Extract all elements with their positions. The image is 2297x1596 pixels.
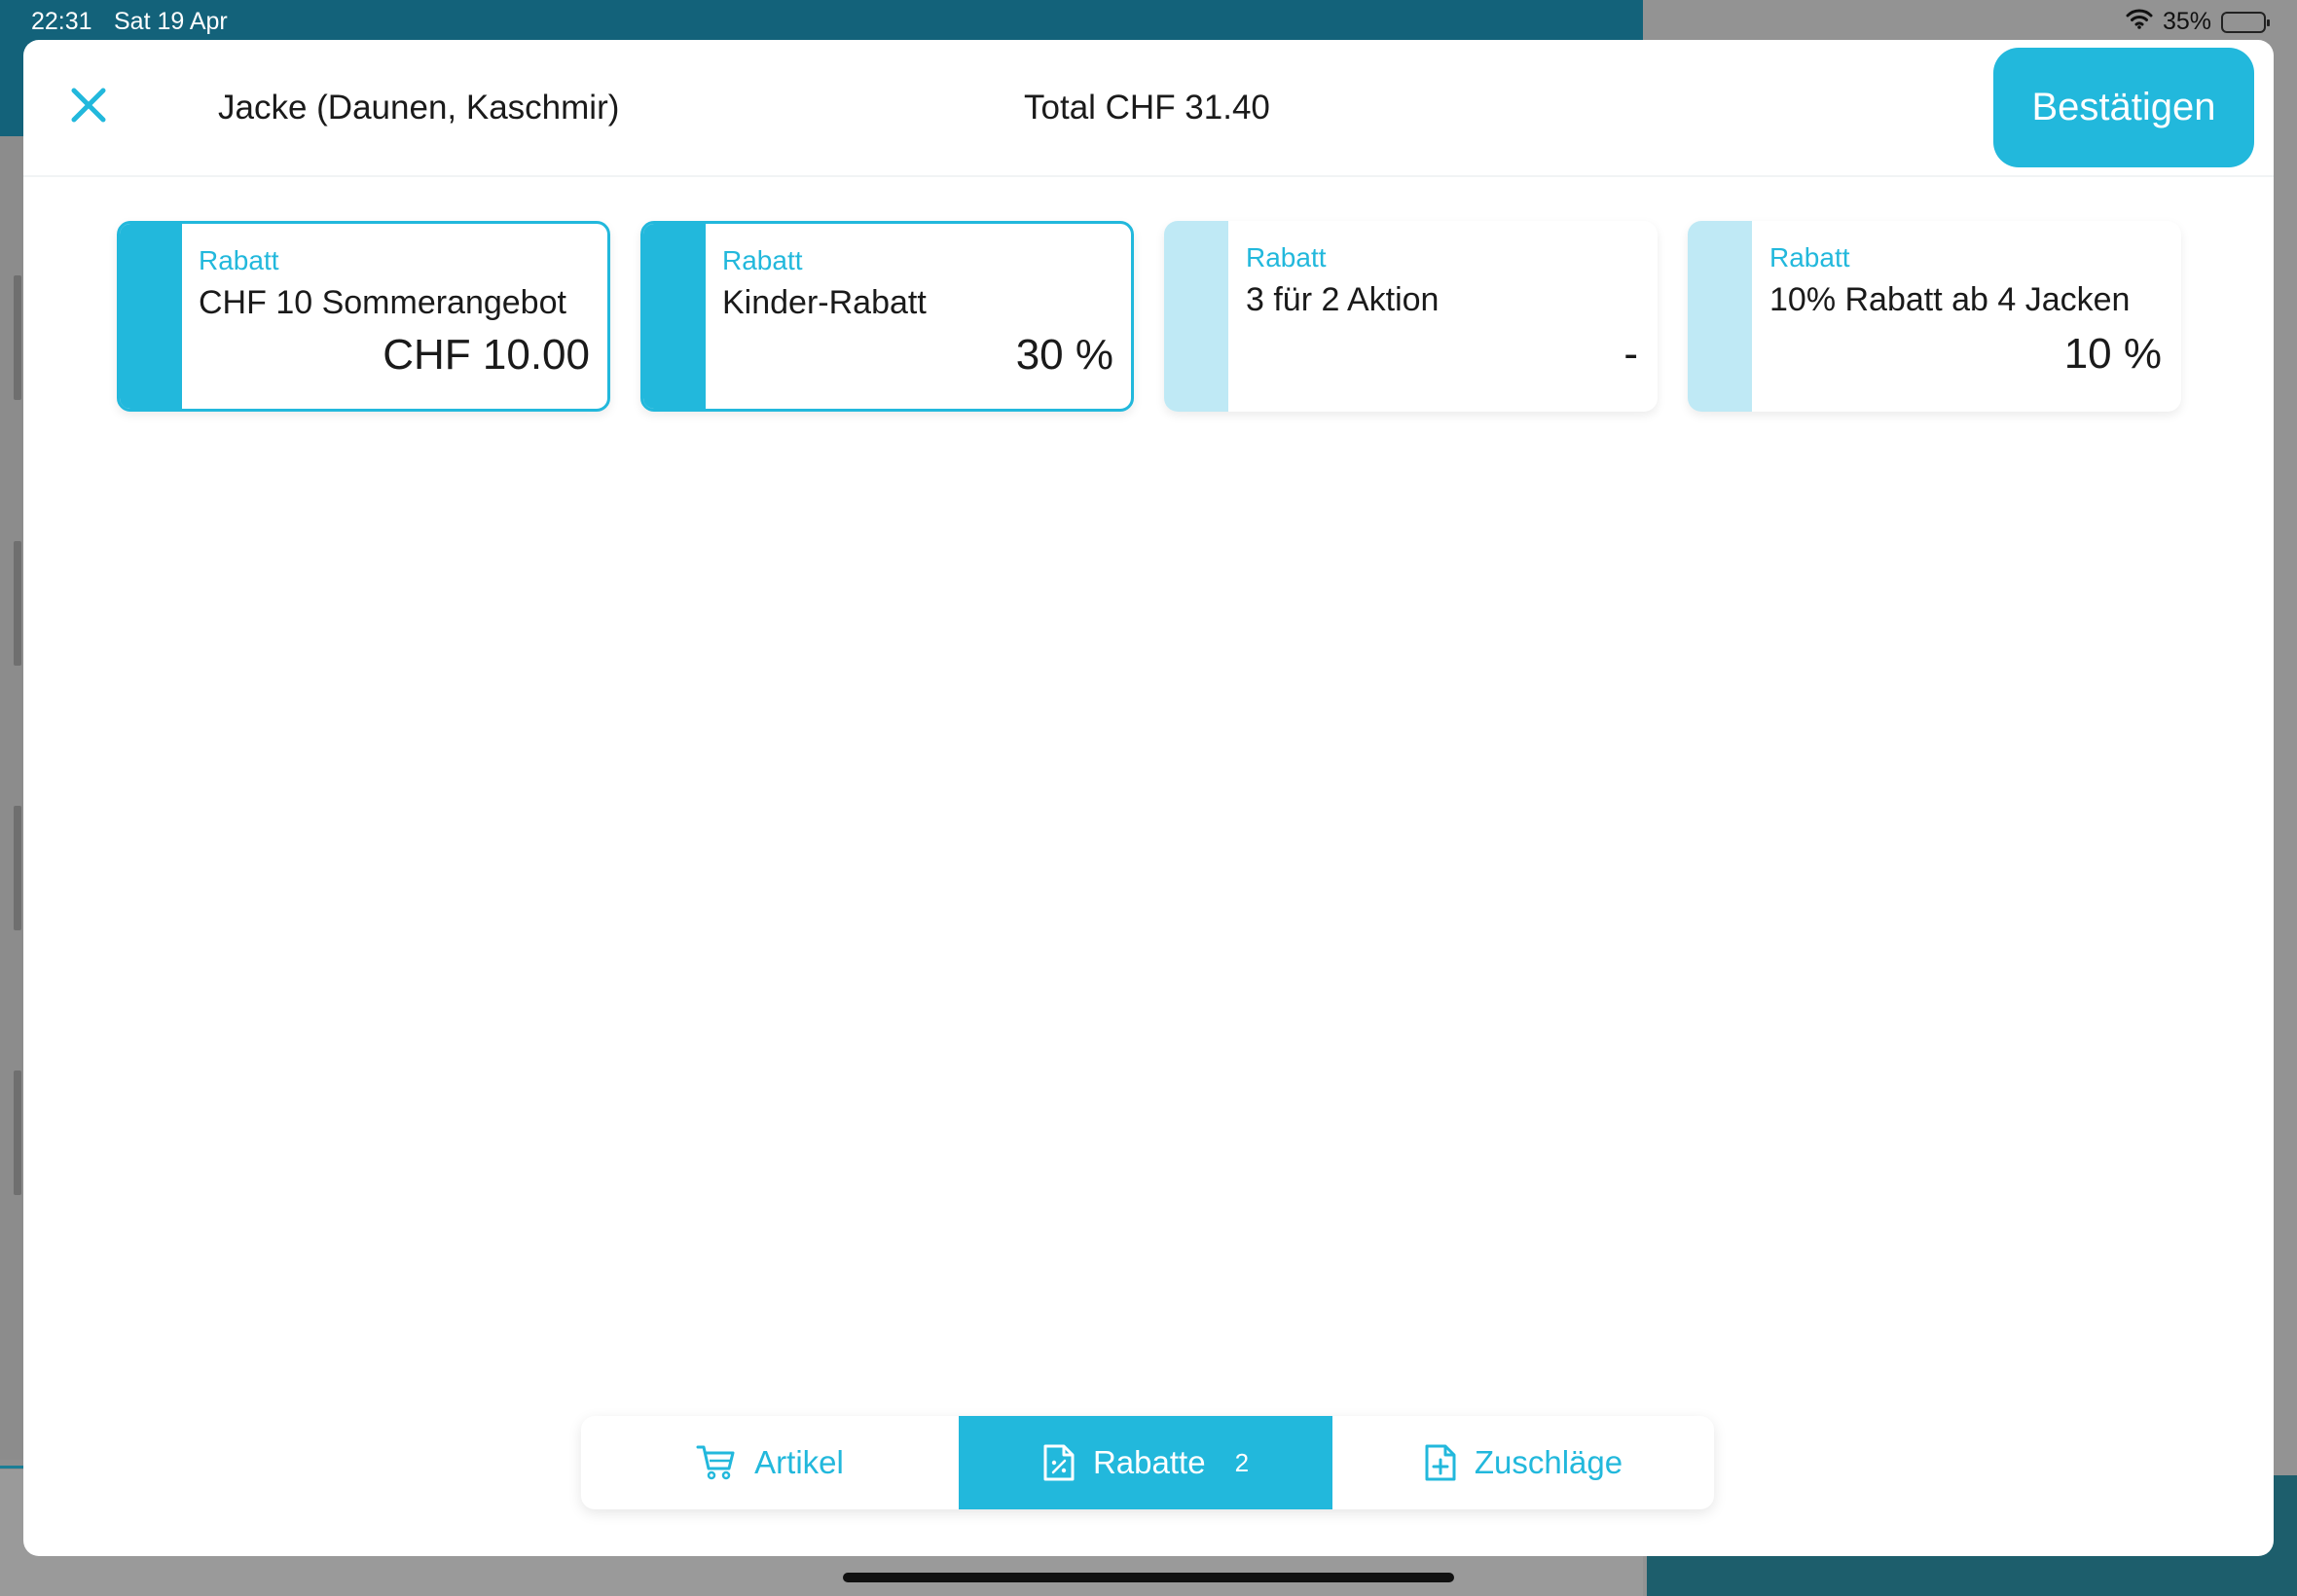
background-list-marker	[14, 275, 21, 400]
discount-name: Kinder-Rabatt	[722, 284, 927, 321]
status-date: Sat 19 Apr	[114, 8, 228, 35]
cart-icon	[696, 1444, 737, 1481]
close-button[interactable]	[64, 83, 113, 131]
battery-percent: 35%	[2162, 8, 2211, 35]
tab-count-badge: 2	[1234, 1447, 1250, 1477]
screen: 22:31 Sat 19 Apr 35% Jacke (Daunen, Kasc…	[0, 0, 2297, 1596]
status-time: 22:31	[31, 8, 92, 35]
status-bar: 22:31 Sat 19 Apr 35%	[0, 0, 2297, 41]
article-title: Jacke (Daunen, Kaschmir)	[218, 89, 620, 127]
home-indicator[interactable]	[843, 1573, 1454, 1582]
add-document-icon	[1424, 1443, 1457, 1482]
discount-type: Rabatt	[1769, 242, 1850, 272]
status-indicators: 35%	[2126, 8, 2270, 36]
discount-value: -	[1623, 330, 1638, 378]
close-icon	[71, 88, 106, 127]
discount-value: 10 %	[2063, 330, 2162, 378]
tab-zuschlaege[interactable]: Zuschläge	[1332, 1416, 1714, 1509]
total-amount: Total CHF 31.40	[1024, 89, 1270, 127]
discount-card[interactable]: Rabatt Kinder-Rabatt 30 %	[640, 221, 1134, 412]
background-list-marker	[14, 1070, 21, 1195]
confirm-button[interactable]: Bestätigen	[1993, 48, 2254, 167]
tab-rabatte[interactable]: Rabatte 2	[959, 1416, 1332, 1509]
discount-name: 3 für 2 Aktion	[1246, 281, 1440, 318]
card-selection-stripe	[1164, 221, 1228, 412]
tab-label: Zuschläge	[1474, 1444, 1623, 1480]
background-list-marker	[14, 541, 21, 666]
discount-card[interactable]: Rabatt CHF 10 Sommerangebot CHF 10.00	[117, 221, 610, 412]
discount-card[interactable]: Rabatt 10% Rabatt ab 4 Jacken 10 %	[1688, 221, 2181, 412]
modal-header: Jacke (Daunen, Kaschmir) Total CHF 31.40…	[23, 40, 2274, 177]
tab-label: Artikel	[754, 1444, 844, 1480]
discount-document-icon	[1042, 1443, 1076, 1482]
discount-value: CHF 10.00	[383, 331, 590, 379]
battery-icon	[2221, 11, 2270, 33]
discount-modal: Jacke (Daunen, Kaschmir) Total CHF 31.40…	[23, 40, 2274, 1556]
background-list-marker	[14, 806, 21, 930]
discount-type: Rabatt	[1246, 242, 1327, 272]
card-selection-stripe	[120, 224, 182, 409]
discount-card[interactable]: Rabatt 3 für 2 Aktion -	[1164, 221, 1658, 412]
tab-artikel[interactable]: Artikel	[581, 1416, 959, 1509]
card-selection-stripe	[643, 224, 706, 409]
tab-label: Rabatte	[1092, 1444, 1206, 1480]
wifi-icon	[2126, 8, 2153, 36]
discount-name: CHF 10 Sommerangebot	[199, 284, 566, 321]
discount-name: 10% Rabatt ab 4 Jacken	[1769, 281, 2131, 318]
discount-type: Rabatt	[199, 245, 279, 275]
discount-value: 30 %	[1015, 331, 1113, 379]
bottom-tab-bar: Artikel Rabatte 2 Zuschläge	[581, 1416, 1714, 1509]
discount-type: Rabatt	[722, 245, 803, 275]
card-selection-stripe	[1688, 221, 1752, 412]
